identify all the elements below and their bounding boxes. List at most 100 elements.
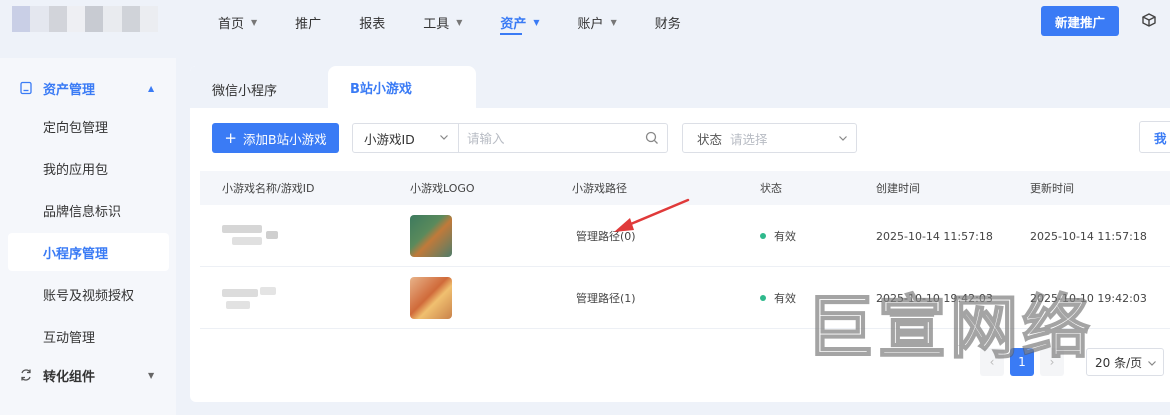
sidebar: 资产管理 ▲ 定向包管理 我的应用包 品牌信息标识 小程序管理 账号及视频授权 … <box>0 58 176 415</box>
game-name-cell <box>222 267 278 329</box>
add-button-label: 添加B站小游戏 <box>243 131 327 147</box>
status-text: 有效 <box>774 292 796 305</box>
new-promotion-button[interactable]: 新建推广 <box>1041 6 1119 36</box>
file-icon <box>20 81 32 95</box>
game-logo-image <box>410 277 452 319</box>
nav-label: 报表 <box>359 16 386 32</box>
sidebar-item-app-packages[interactable]: 我的应用包 <box>8 149 169 187</box>
add-minigame-button[interactable]: + 添加B站小游戏 <box>212 123 339 153</box>
status-select-placeholder: 请选择 <box>730 131 768 147</box>
column-header: 更新时间 <box>1030 182 1074 195</box>
status-select-label: 状态 <box>697 131 723 147</box>
column-header: 小游戏名称/游戏ID <box>222 182 315 195</box>
path-cell: 管理路径(0) <box>576 205 636 267</box>
chevron-down-icon: ▼ <box>610 17 617 27</box>
tab-wechat-miniprogram[interactable]: 微信小程序 <box>212 70 277 108</box>
nav-label: 推广 <box>295 16 322 32</box>
tab-bar: 微信小程序 B站小游戏 <box>190 66 1170 108</box>
sidebar-item-miniprogram[interactable]: 小程序管理 <box>8 233 169 271</box>
sidebar-group-assets[interactable]: 资产管理 ▲ <box>0 67 176 109</box>
updated-cell: 2025-10-10 19:42:03 <box>1030 291 1147 305</box>
manage-path-link[interactable]: 管理路径(0) <box>576 228 636 244</box>
nav-assets[interactable]: 资产 ▼ <box>500 0 540 44</box>
blurred-name <box>222 223 278 249</box>
nav-reports[interactable]: 报表 <box>359 0 385 44</box>
sidebar-item-account-auth[interactable]: 账号及视频授权 <box>8 275 169 313</box>
status-text: 有效 <box>774 230 796 243</box>
nav-label: 首页 <box>218 16 245 32</box>
path-cell: 管理路径(1) <box>576 267 636 329</box>
sidebar-item-label: 品牌信息标识 <box>43 204 122 220</box>
nav-label: 财务 <box>654 16 681 32</box>
box-icon[interactable] <box>1141 12 1157 28</box>
nav-tools[interactable]: 工具 ▼ <box>423 0 462 44</box>
chevron-down-icon: ▼ <box>533 17 540 27</box>
blurred-name <box>222 285 278 311</box>
chevron-down-icon <box>440 135 448 140</box>
created-cell: 2025-10-14 11:57:18 <box>876 229 993 243</box>
nav-label: 工具 <box>423 16 450 32</box>
chevron-down-icon: ▼ <box>456 17 463 27</box>
sidebar-item-label: 互动管理 <box>43 330 96 346</box>
status-cell: 有效 <box>760 267 796 329</box>
sidebar-item-brand-info[interactable]: 品牌信息标识 <box>8 191 169 229</box>
page-number-current[interactable]: 1 <box>1010 348 1034 376</box>
chevron-down-icon <box>839 136 847 141</box>
sidebar-item-interaction[interactable]: 互动管理 <box>8 317 169 355</box>
prev-page-button[interactable]: ‹ <box>980 348 1004 376</box>
chevron-down-icon: ▼ <box>251 17 258 27</box>
sidebar-item-label: 账号及视频授权 <box>43 288 135 304</box>
manage-path-link[interactable]: 管理路径(1) <box>576 290 636 306</box>
chevron-up-icon: ▲ <box>148 83 155 93</box>
nav-account[interactable]: 账户 ▼ <box>578 0 617 44</box>
created-cell: 2025-10-10 19:42:03 <box>876 291 993 305</box>
game-name-cell <box>222 205 278 267</box>
search-input[interactable] <box>459 124 639 152</box>
column-header: 小游戏LOGO <box>410 182 475 195</box>
my-button[interactable]: 我 <box>1139 121 1170 153</box>
nav-home[interactable]: 首页 ▼ <box>218 0 257 44</box>
search-group: 小游戏ID <box>352 123 668 153</box>
plus-icon: + <box>224 128 237 147</box>
sidebar-group-conversion[interactable]: 转化组件 ▼ <box>0 354 176 396</box>
search-field-value: 小游戏ID <box>364 131 415 147</box>
updated-cell: 2025-10-14 11:57:18 <box>1030 229 1147 243</box>
table-row: 管理路径(1) 有效 2025-10-10 19:42:03 2025-10-1… <box>200 267 1170 329</box>
sidebar-item-label: 小程序管理 <box>43 246 109 262</box>
status-dot <box>760 295 766 301</box>
page-size-select[interactable]: 20 条/页 <box>1086 348 1164 376</box>
status-cell: 有效 <box>760 205 796 267</box>
nav-label: 账户 <box>577 16 604 32</box>
main-nav: 首页 ▼ 推广 报表 工具 ▼ 资产 ▼ 账户 ▼ 财务 <box>218 0 719 44</box>
sidebar-group-label: 资产管理 <box>43 82 96 98</box>
status-select[interactable]: 状态 请选择 <box>682 123 857 153</box>
chevron-down-icon <box>1148 361 1156 366</box>
logo <box>12 6 158 32</box>
column-header: 小游戏路径 <box>572 182 627 195</box>
table-header: 小游戏名称/游戏ID 小游戏LOGO 小游戏路径 状态 创建时间 更新时间 <box>200 171 1170 205</box>
logo-cell <box>410 267 452 329</box>
column-header: 状态 <box>760 182 782 195</box>
sidebar-group-label: 转化组件 <box>43 369 96 385</box>
sidebar-item-label: 定向包管理 <box>43 120 109 136</box>
chevron-down-icon: ▼ <box>148 370 155 380</box>
page-size-value: 20 条/页 <box>1095 355 1143 370</box>
status-dot <box>760 233 766 239</box>
nav-promote[interactable]: 推广 <box>295 0 321 44</box>
convert-icon <box>21 369 31 381</box>
logo-cell <box>410 205 452 267</box>
table-row: 管理路径(0) 有效 2025-10-14 11:57:18 2025-10-1… <box>200 205 1170 267</box>
sidebar-item-label: 我的应用包 <box>43 162 109 178</box>
game-logo-image <box>410 215 452 257</box>
toolbar: + 添加B站小游戏 小游戏ID 状态 请选择 我 <box>212 121 1170 153</box>
top-navbar: 首页 ▼ 推广 报表 工具 ▼ 资产 ▼ 账户 ▼ 财务 新建推广 <box>0 0 1170 52</box>
search-icon[interactable] <box>645 131 659 145</box>
search-field-select[interactable]: 小游戏ID <box>353 124 459 152</box>
tab-bilibili-minigame[interactable]: B站小游戏 <box>328 66 476 108</box>
sidebar-item-targeting[interactable]: 定向包管理 <box>8 107 169 145</box>
next-page-button[interactable]: › <box>1040 348 1064 376</box>
nav-finance[interactable]: 财务 <box>655 0 681 44</box>
nav-label: 资产 <box>500 16 527 32</box>
column-header: 创建时间 <box>876 182 920 195</box>
main-panel: 微信小程序 B站小游戏 + 添加B站小游戏 小游戏ID 状态 请选择 我 小游戏… <box>190 66 1170 402</box>
